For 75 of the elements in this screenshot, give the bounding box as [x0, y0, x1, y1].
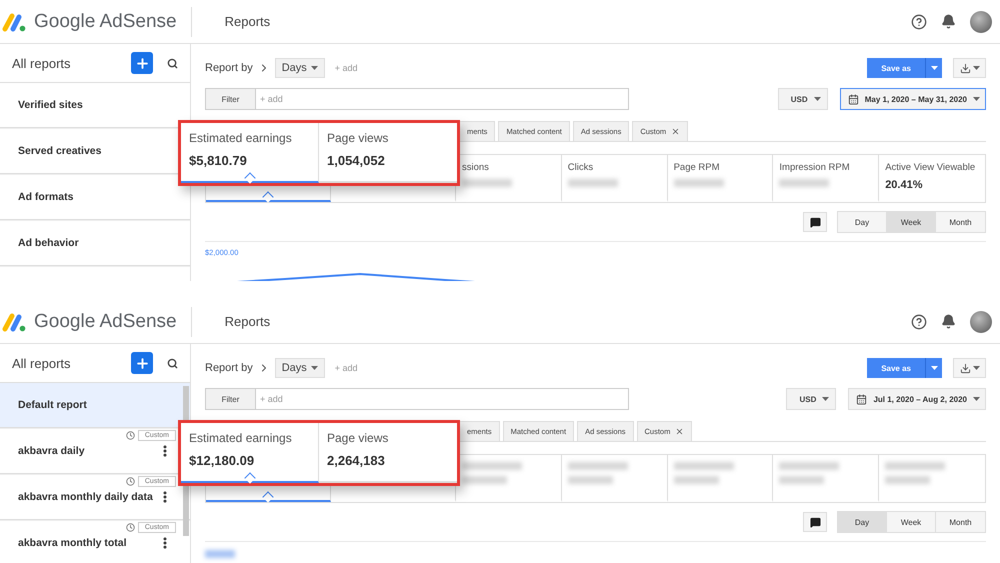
- comment-button[interactable]: [803, 212, 827, 232]
- caret-icon: [972, 366, 980, 370]
- currency-dropdown[interactable]: USD: [778, 88, 828, 110]
- caret-icon: [310, 366, 318, 370]
- logo-icon: [2, 12, 26, 32]
- metric-card[interactable]: Impression RPM: [773, 155, 880, 202]
- help-icon[interactable]: [911, 314, 927, 330]
- caret-icon: [822, 397, 830, 401]
- clock-icon: [126, 477, 135, 486]
- comment-button[interactable]: [803, 512, 827, 532]
- period-toggle[interactable]: Month: [936, 212, 985, 232]
- filter-field[interactable]: + add: [255, 388, 629, 410]
- metric-card[interactable]: Page views 2,264,183: [319, 423, 457, 483]
- date-range-picker[interactable]: May 1, 2020 – May 31, 2020: [840, 88, 986, 110]
- clock-icon: [126, 431, 135, 440]
- metric-card[interactable]: Page RPM: [668, 155, 774, 202]
- currency-dropdown[interactable]: USD: [786, 388, 836, 410]
- plus-icon: [134, 356, 150, 370]
- dimension-dropdown[interactable]: Days: [274, 358, 325, 378]
- metric-card[interactable]: Estimated earnings $5,810.79: [181, 123, 319, 183]
- period-toggle[interactable]: Week: [887, 212, 936, 232]
- brand-name: Google AdSense: [34, 310, 177, 332]
- calendar-icon: [848, 94, 859, 104]
- report-by-label: Report by: [205, 362, 253, 374]
- sidebar-item[interactable]: Default report: [0, 383, 190, 428]
- close-icon[interactable]: [675, 427, 684, 436]
- filter-button[interactable]: Filter: [205, 88, 255, 110]
- period-toggle[interactable]: Day: [838, 512, 887, 532]
- sidebar-title: All reports: [12, 356, 72, 370]
- caret-icon: [973, 97, 980, 101]
- avatar[interactable]: [970, 310, 992, 332]
- help-icon[interactable]: [911, 14, 927, 30]
- save-as-button[interactable]: Save as: [867, 58, 942, 78]
- caret-icon: [814, 97, 821, 101]
- metric-card[interactable]: Clicks: [562, 155, 668, 202]
- search-icon[interactable]: [167, 358, 178, 368]
- caret-icon: [972, 66, 980, 70]
- period-toggle[interactable]: Week: [887, 512, 936, 532]
- plus-icon: [134, 56, 150, 70]
- download-icon: [960, 62, 970, 74]
- filter-button[interactable]: Filter: [205, 388, 255, 410]
- download-button[interactable]: [953, 358, 986, 378]
- period-toggle[interactable]: Month: [936, 512, 985, 532]
- notification-icon[interactable]: [941, 314, 956, 329]
- blurred-chart: [205, 550, 235, 558]
- metric-card[interactable]: Estimated earnings $12,180.09: [181, 423, 319, 483]
- caret-icon: [973, 397, 980, 401]
- caret-icon: [930, 66, 938, 70]
- sidebar-title: All reports: [12, 56, 72, 70]
- metric-card[interactable]: Active View Viewable 20.41%: [879, 155, 985, 202]
- dimension-dropdown[interactable]: Days: [274, 58, 325, 78]
- report-by-label: Report by: [205, 62, 253, 74]
- metric-card[interactable]: Page views 1,054,052: [319, 123, 457, 183]
- filter-field[interactable]: + add: [255, 88, 629, 110]
- section-title: Reports: [224, 314, 270, 329]
- notification-icon[interactable]: [941, 14, 956, 29]
- download-icon: [960, 362, 970, 374]
- period-toggle[interactable]: Day: [838, 212, 887, 232]
- close-icon[interactable]: [671, 127, 680, 136]
- section-title: Reports: [224, 14, 270, 29]
- date-range-picker[interactable]: Jul 1, 2020 – Aug 2, 2020: [848, 388, 986, 410]
- brand-name: Google AdSense: [34, 10, 177, 32]
- add-button[interactable]: [131, 352, 153, 374]
- comment-icon: [810, 216, 820, 228]
- avatar[interactable]: [970, 10, 992, 32]
- clock-icon: [126, 523, 135, 532]
- comment-icon: [810, 516, 820, 528]
- search-icon[interactable]: [167, 58, 178, 68]
- add-button[interactable]: [131, 52, 153, 74]
- caret-icon: [930, 366, 938, 370]
- calendar-icon: [856, 394, 868, 404]
- download-button[interactable]: [953, 58, 986, 78]
- caret-icon: [310, 66, 318, 70]
- logo-icon: [2, 312, 26, 332]
- save-as-button[interactable]: Save as: [867, 358, 942, 378]
